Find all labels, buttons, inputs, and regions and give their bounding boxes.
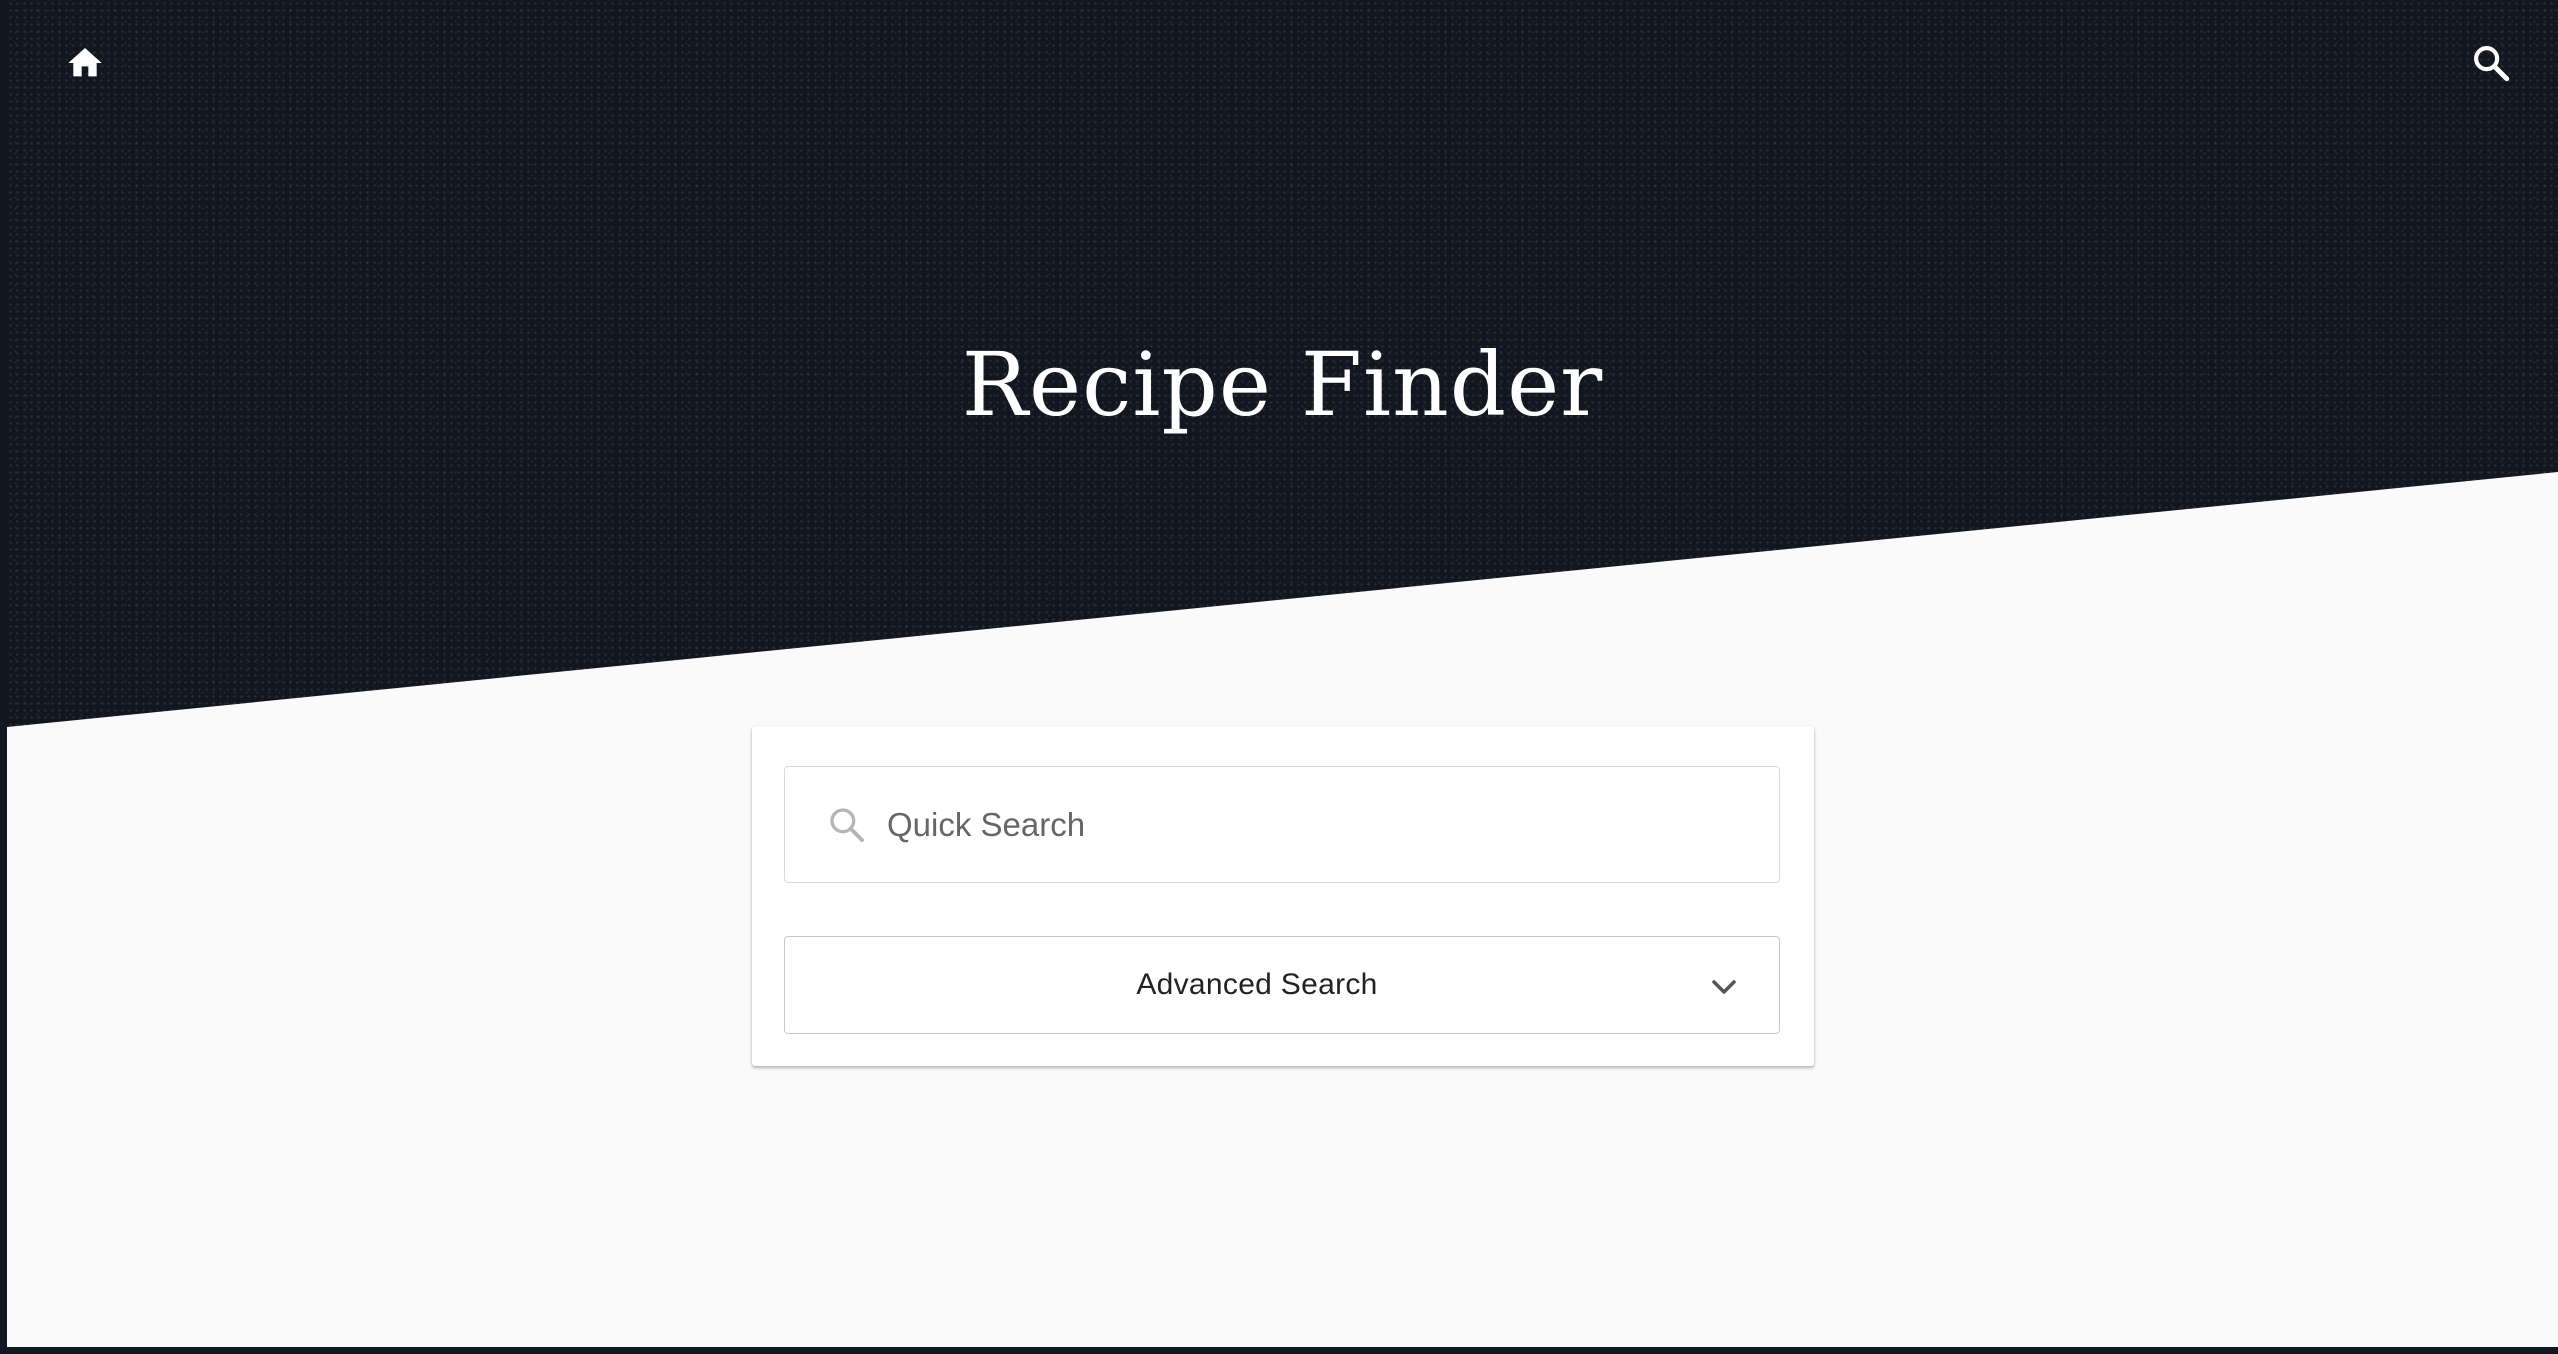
advanced-search-button[interactable]: Advanced Search	[784, 936, 1780, 1034]
page: Recipe Finder Advanced Search	[7, 0, 2558, 1347]
search-icon	[825, 803, 869, 847]
quick-search-input[interactable]	[887, 794, 1747, 855]
home-button[interactable]	[60, 38, 110, 88]
home-icon	[68, 48, 102, 77]
page-title: Recipe Finder	[961, 333, 1604, 436]
quick-search-field[interactable]	[784, 766, 1780, 883]
advanced-search-label: Advanced Search	[1136, 968, 1378, 1001]
chevron-down-icon	[1709, 975, 1739, 999]
search-card: Advanced Search	[752, 726, 1814, 1066]
header-search-button[interactable]	[2466, 38, 2516, 88]
search-icon	[2474, 46, 2510, 82]
